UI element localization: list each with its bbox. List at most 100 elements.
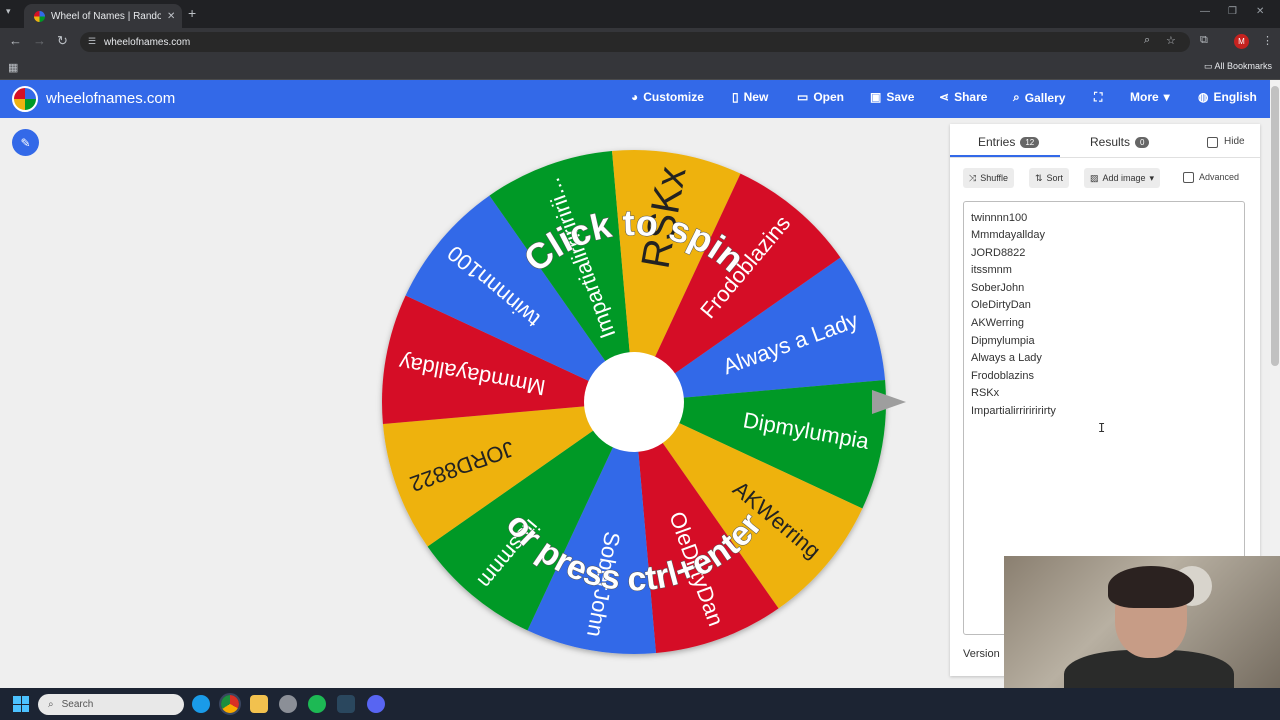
fullscreen-icon: ⛶	[1094, 90, 1103, 104]
search-icon: ⌕	[1013, 90, 1020, 104]
app-icon[interactable]	[279, 695, 297, 713]
back-icon[interactable]: ←	[9, 33, 22, 48]
customize-label: Customize	[643, 90, 704, 104]
add-image-label: Add image	[1102, 173, 1146, 183]
entries-tab-label: Entries	[978, 135, 1016, 149]
fullscreen-button[interactable]: ⛶	[1094, 90, 1102, 105]
edit-wheel-button[interactable]: ✎	[12, 129, 39, 156]
steam-icon[interactable]	[337, 695, 355, 713]
site-name[interactable]: wheelofnames.com	[46, 90, 175, 107]
shuffle-icon: ⤨	[969, 172, 977, 183]
bookmark-star-icon[interactable]: ☆	[1166, 34, 1176, 47]
address-bar[interactable]: wheelofnames.com	[80, 32, 1190, 52]
globe-icon: ◍	[1198, 90, 1209, 104]
entry-line[interactable]: SoberJohn	[971, 282, 1024, 294]
spin-wheel[interactable]: Always a LadyDipmylumpiaAKWerringOleDirt…	[372, 140, 912, 670]
entry-line[interactable]: OleDirtyDan	[971, 299, 1031, 311]
file-explorer-icon[interactable]	[250, 695, 268, 713]
gallery-label: Gallery	[1024, 90, 1066, 105]
tab-close-icon[interactable]: ✕	[167, 11, 175, 22]
entry-line[interactable]: Always a Lady	[971, 352, 1042, 364]
shuffle-label: Shuffle	[980, 173, 1009, 183]
advanced-label: Advanced	[1199, 172, 1240, 182]
text-cursor-icon: I	[1098, 421, 1106, 435]
tab-title: Wheel of Names | Random name picker	[51, 10, 161, 22]
browser-menu-icon[interactable]: ⋮	[1262, 34, 1273, 47]
discord-icon[interactable]	[367, 695, 385, 713]
minimize-icon[interactable]: —	[1200, 6, 1210, 17]
entry-line[interactable]: JORD8822	[971, 247, 1025, 259]
tab-results[interactable]: Results 0	[1090, 135, 1150, 149]
file-icon: ▯	[732, 90, 739, 104]
hide-checkbox[interactable]	[1207, 137, 1218, 148]
chevron-down-icon: ▾	[1163, 90, 1170, 104]
folder-icon: ▭	[1204, 61, 1213, 71]
wheel-pointer	[872, 390, 906, 414]
entry-line[interactable]: Mmmdayallday	[971, 229, 1045, 241]
windows-start-icon[interactable]	[13, 696, 29, 712]
open-label: Open	[813, 90, 845, 104]
edge-icon[interactable]	[192, 695, 210, 713]
zoom-icon[interactable]: ⌕	[1144, 34, 1150, 47]
gallery-button[interactable]: ⌕ Gallery	[1013, 90, 1065, 105]
taskbar-search[interactable]: ⌕ Search	[38, 694, 184, 715]
entry-line[interactable]: twinnnn100	[971, 212, 1027, 224]
add-image-button[interactable]: ▨ Add image ▾	[1084, 168, 1161, 188]
spotify-icon[interactable]	[308, 695, 326, 713]
all-bookmarks-button[interactable]: ▭ All Bookmarks	[1204, 61, 1272, 72]
pencil-icon: ✎	[20, 135, 31, 150]
site-logo-icon[interactable]	[12, 86, 38, 112]
entry-line[interactable]: AKWerring	[971, 317, 1024, 329]
reload-icon[interactable]: ↻	[57, 33, 68, 49]
scrollbar-thumb[interactable]	[1271, 86, 1279, 366]
entry-line[interactable]: Dipmylumpia	[971, 335, 1035, 347]
shuffle-button[interactable]: ⤨ Shuffle	[963, 168, 1015, 188]
customize-button[interactable]: ◕ Customize	[631, 90, 704, 104]
profile-avatar[interactable]: M	[1234, 34, 1249, 49]
wheel-center	[584, 352, 684, 452]
folder-open-icon: ▭	[797, 90, 809, 104]
tab-divider	[950, 157, 1260, 158]
sort-label: Sort	[1046, 173, 1064, 183]
palette-icon: ◕	[631, 90, 639, 104]
forward-icon[interactable]: →	[33, 33, 46, 48]
open-button[interactable]: ▭ Open	[797, 90, 844, 104]
language-label: English	[1213, 90, 1257, 104]
new-button[interactable]: ▯ New	[732, 90, 768, 104]
hide-label: Hide	[1224, 136, 1245, 147]
sort-icon: ⇅	[1035, 172, 1043, 183]
new-label: New	[743, 90, 769, 104]
webcam-person-hair	[1108, 566, 1194, 608]
browser-tab[interactable]: Wheel of Names | Random name picker ✕	[24, 4, 182, 28]
entry-line[interactable]: Frodoblazins	[971, 370, 1034, 382]
extensions-icon[interactable]: ⧉	[1200, 34, 1208, 47]
entry-line[interactable]: RSKx	[971, 387, 999, 399]
save-button[interactable]: ▣ Save	[870, 90, 914, 104]
share-icon: ⋖	[939, 90, 950, 104]
all-bookmarks-label: All Bookmarks	[1214, 61, 1273, 71]
new-tab-icon[interactable]: +	[188, 5, 196, 21]
tab-entries[interactable]: Entries 12	[978, 135, 1040, 149]
taskbar-search-placeholder: Search	[61, 699, 94, 710]
chrome-icon[interactable]	[219, 693, 241, 715]
more-label: More	[1130, 90, 1159, 104]
entry-line[interactable]: Impartialirririririrty	[971, 405, 1056, 417]
more-button[interactable]: More ▾	[1130, 90, 1170, 104]
share-button[interactable]: ⋖ Share	[939, 90, 987, 104]
tab-search-icon[interactable]: ▾	[6, 6, 11, 17]
language-button[interactable]: ◍ English	[1198, 90, 1257, 104]
save-label: Save	[886, 90, 915, 104]
search-icon: ⌕	[48, 699, 54, 710]
site-info-icon[interactable]: ☰	[88, 36, 96, 47]
entries-count-badge: 12	[1020, 136, 1040, 148]
advanced-checkbox[interactable]	[1183, 172, 1194, 183]
wheel-container[interactable]: Always a Lady Dipmylumpia AKWerring OleDirt…	[372, 140, 912, 670]
close-window-icon[interactable]: ✕	[1256, 6, 1264, 17]
url-text: wheelofnames.com	[104, 36, 191, 48]
wheel-favicon-icon	[34, 10, 45, 22]
entry-line[interactable]: itssmnm	[971, 264, 1012, 276]
chevron-down-icon: ▾	[1149, 172, 1155, 183]
apps-grid-icon[interactable]: ▦	[8, 61, 18, 74]
maximize-icon[interactable]: ❐	[1228, 6, 1237, 17]
sort-button[interactable]: ⇅ Sort	[1029, 168, 1070, 188]
